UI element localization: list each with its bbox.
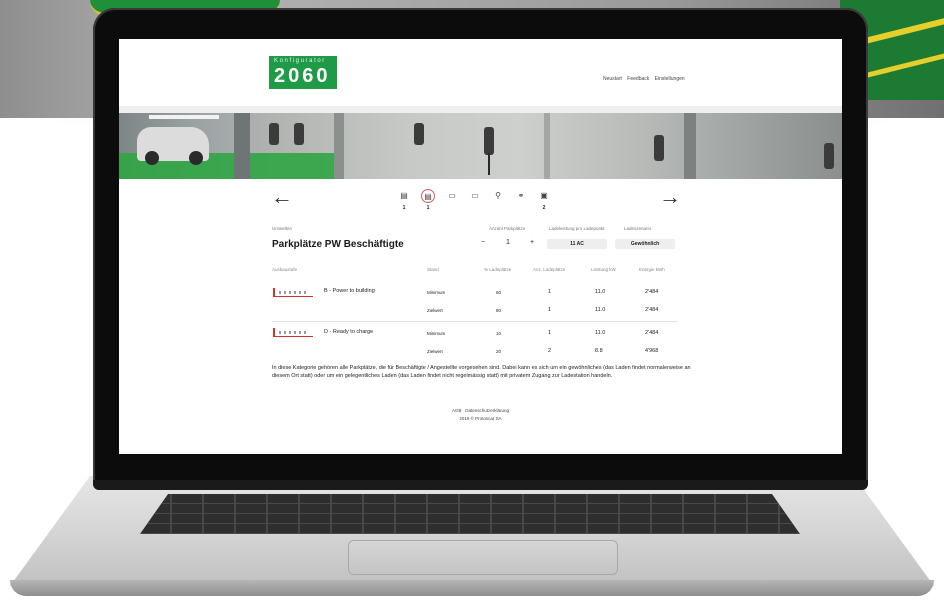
row-energy: 2'484 [645, 330, 659, 336]
step-parking-lot[interactable]: ▭ [468, 189, 482, 203]
logo-subtitle: Konfigurator [274, 58, 326, 64]
row-power: 11.0 [595, 307, 606, 313]
row-count: 1 [548, 307, 552, 313]
group-name: B - Power to building [324, 288, 375, 294]
nav-feedback-link[interactable]: Feedback [627, 76, 649, 82]
step-motorcycle[interactable]: ⚲ [491, 189, 505, 203]
footer-terms-link[interactable]: AGB [452, 408, 462, 413]
row-energy: 2'484 [645, 289, 659, 295]
section-left-label: Umwelten [272, 226, 293, 231]
motorcycle-icon: ⚲ [495, 191, 501, 200]
type-label: Ladeszenario [624, 226, 652, 231]
group-name: D - Ready to charge [324, 329, 374, 335]
category-description: In diese Kategorie gehören alle Parkplät… [272, 365, 691, 379]
arrow-right-icon: → [659, 184, 681, 209]
hero-charger [654, 135, 664, 161]
level-b-icon [273, 288, 313, 297]
row-level: Minimum [427, 290, 446, 295]
hero-charger [824, 143, 834, 169]
parking-garage-icon: ▤ [400, 191, 408, 200]
laptop-keyboard-rows [140, 494, 800, 534]
row-percent: 20 [496, 349, 502, 354]
step-bicycle[interactable]: ⚭ [514, 189, 528, 203]
hero-charger [294, 123, 304, 145]
step-parking-garage[interactable]: ▤ [397, 189, 411, 203]
app-logo[interactable]: Konfigurator 2060 [269, 56, 337, 89]
row-level: Zielwert [427, 349, 443, 354]
row-power: 11.0 [595, 289, 606, 295]
row-energy: 4'968 [645, 348, 659, 354]
row-count: 1 [548, 330, 552, 336]
step-document[interactable]: ▣ [537, 189, 551, 203]
hero-pillar [234, 113, 250, 179]
top-navigation: Neustart Feedback Einstellungen [599, 76, 685, 82]
column-header: Leistung kW [591, 267, 616, 272]
row-percent: 10 [496, 331, 502, 336]
count-label: Anzahl Parkplätze [489, 226, 526, 231]
footer-copyright: 2019 © Protoscar SA [459, 416, 502, 421]
footer-links: AGB Datenschutzerklärung [119, 407, 842, 415]
nav-settings-link[interactable]: Einstellungen [655, 76, 685, 82]
column-header: Ausbaustufe [272, 267, 298, 272]
parking-lot-icon: ▭ [448, 191, 456, 200]
count-increment-button[interactable]: + [530, 239, 534, 249]
hero-car-wheel [189, 151, 203, 165]
laptop-trackpad [348, 540, 618, 575]
hero-pillar [544, 113, 550, 179]
hero-charger [414, 123, 424, 145]
row-energy: 2'484 [645, 307, 659, 313]
footer-privacy-link[interactable]: Datenschutzerklärung [465, 408, 509, 413]
parking-lot-icon: ▭ [471, 191, 479, 200]
column-header: % Ladeplätze [484, 267, 512, 272]
hero-charger [269, 123, 279, 145]
row-percent: 80 [496, 308, 502, 313]
page-footer: AGB Datenschutzerklärung 2019 © Protosca… [119, 407, 842, 423]
parking-garage-icon: ▤ [424, 192, 432, 201]
hero-image [119, 113, 842, 179]
hero-cable [488, 153, 490, 175]
count-decrement-button[interactable]: − [481, 239, 485, 249]
arrow-left-icon: ← [271, 184, 293, 209]
row-level: Minimum [427, 331, 446, 336]
laptop-hinge [93, 480, 868, 490]
forward-arrow-button[interactable]: → [659, 184, 681, 209]
step-count: 1 [426, 205, 430, 211]
row-percent: 60 [496, 290, 502, 295]
level-d-icon [273, 328, 313, 337]
row-level: Zielwert [427, 308, 443, 313]
column-header: Anz. Ladeplätze [533, 267, 566, 272]
hero-pillar [684, 113, 696, 179]
laptop-base [10, 476, 934, 586]
column-header: Stand [427, 267, 439, 272]
count-value[interactable]: 1 [506, 239, 510, 249]
document-icon: ▣ [540, 191, 548, 200]
logo-number: 2060 [274, 65, 331, 87]
step-count: 1 [402, 205, 406, 211]
type-select[interactable]: Gewöhnlich [615, 239, 675, 249]
step-count: 2 [542, 205, 546, 211]
group-divider [272, 321, 678, 322]
laptop-screen: Konfigurator 2060 Neustart Feedback Eins… [119, 39, 842, 454]
row-count: 1 [548, 289, 552, 295]
laptop-base-edge [10, 580, 934, 596]
nav-restart-link[interactable]: Neustart [603, 76, 622, 82]
row-power: 8.8 [595, 348, 603, 354]
step-parking-lot[interactable]: ▭ [445, 189, 459, 203]
power-label: Ladeleistung pro Ladepunkt [549, 226, 605, 231]
hero-car-wheel [145, 151, 159, 165]
hero-charger [484, 127, 494, 155]
hero-pillar [334, 113, 344, 179]
hero-ceiling-light [149, 115, 219, 119]
bicycle-icon: ⚭ [517, 191, 525, 200]
header-divider [119, 106, 842, 113]
row-power: 11.0 [595, 330, 606, 336]
section-title: Parkplätze PW Beschäftigte [272, 239, 404, 250]
column-header: Energie kWh [639, 267, 665, 272]
step-parking-garage-active[interactable]: ▤ [421, 189, 435, 203]
back-arrow-button[interactable]: ← [271, 184, 293, 209]
power-select[interactable]: 11 AC [547, 239, 607, 249]
row-count: 2 [548, 348, 552, 354]
